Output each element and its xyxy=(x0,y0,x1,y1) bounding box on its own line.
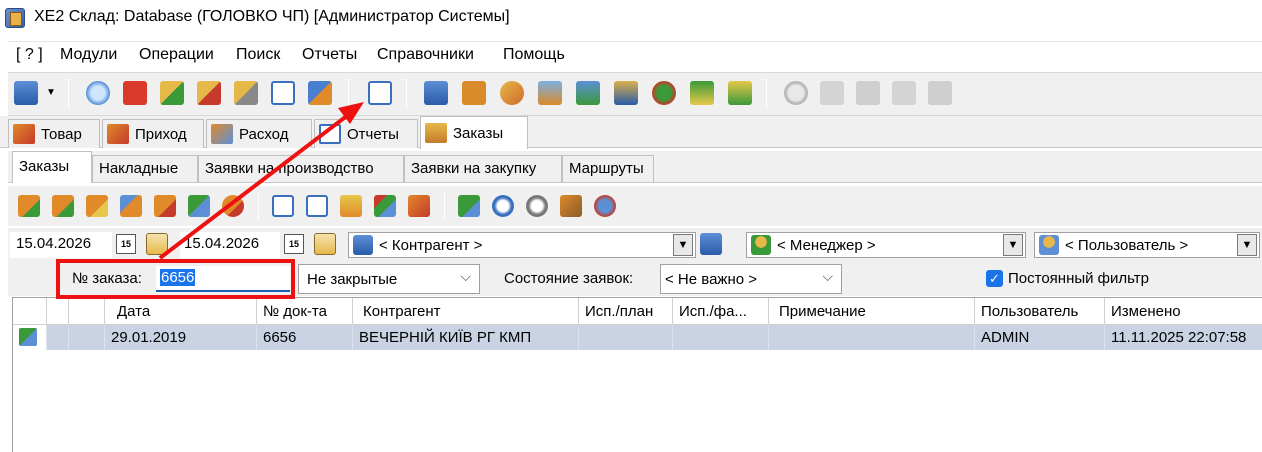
annotation-arrow xyxy=(158,102,364,260)
arrow-line xyxy=(158,110,354,260)
